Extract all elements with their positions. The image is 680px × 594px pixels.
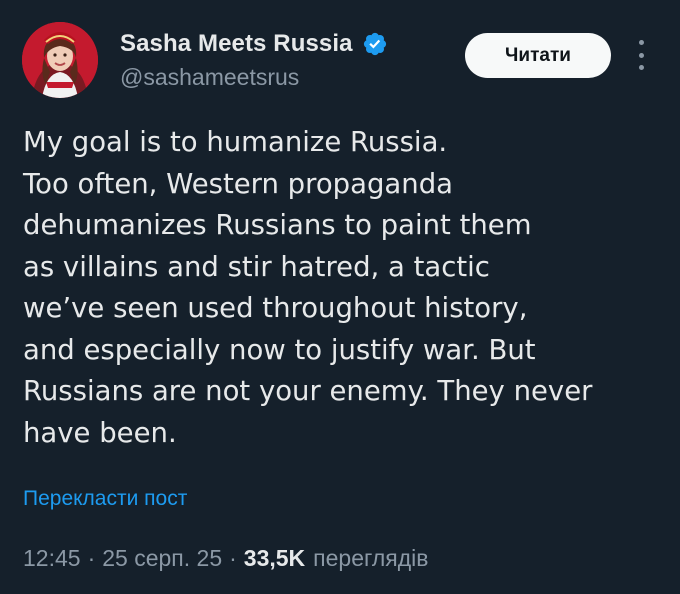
more-dot [638, 52, 644, 58]
verified-badge-icon [363, 32, 386, 56]
more-dot [638, 40, 644, 45]
more-vertical-icon[interactable] [632, 40, 650, 70]
avatar-image [22, 22, 98, 98]
tweet-time[interactable]: 12:45 [23, 545, 81, 572]
meta-separator: · [229, 545, 237, 571]
tweet-text: My goal is to humanize Russia. Too often… [23, 122, 668, 454]
tweet-line: Too often, Western propaganda [23, 167, 454, 200]
follow-button[interactable]: Читати [465, 33, 611, 78]
user-name-row: Sasha Meets Russia [120, 30, 388, 58]
tweet-line: have been. [23, 416, 177, 449]
user-handle[interactable]: @sashameetsrus [120, 64, 299, 91]
tweet-line: and especially now to justify war. But [23, 333, 536, 366]
display-name[interactable]: Sasha Meets Russia [120, 30, 353, 58]
tweet-line: we’ve seen used throughout history, [23, 292, 528, 324]
tweet-line: as villains and stir hatred, a tactic [23, 250, 490, 283]
views-label: переглядів [313, 545, 429, 571]
more-dot [638, 65, 644, 70]
translate-post-link[interactable]: Перекласти пост [23, 487, 187, 511]
tweet-line: Russians are not your enemy. They never [23, 375, 593, 407]
views-count[interactable]: 33,5K [244, 545, 305, 572]
avatar[interactable] [22, 22, 98, 98]
tweet-line: My goal is to humanize Russia. [23, 126, 448, 158]
tweet-meta: 12:45 · 25 серп. 25 · 33,5K переглядів [23, 545, 429, 572]
tweet-date[interactable]: 25 серп. 25 [102, 545, 222, 572]
meta-separator: · [87, 545, 96, 571]
tweet-line: dehumanizes Russians to paint them [23, 209, 532, 241]
